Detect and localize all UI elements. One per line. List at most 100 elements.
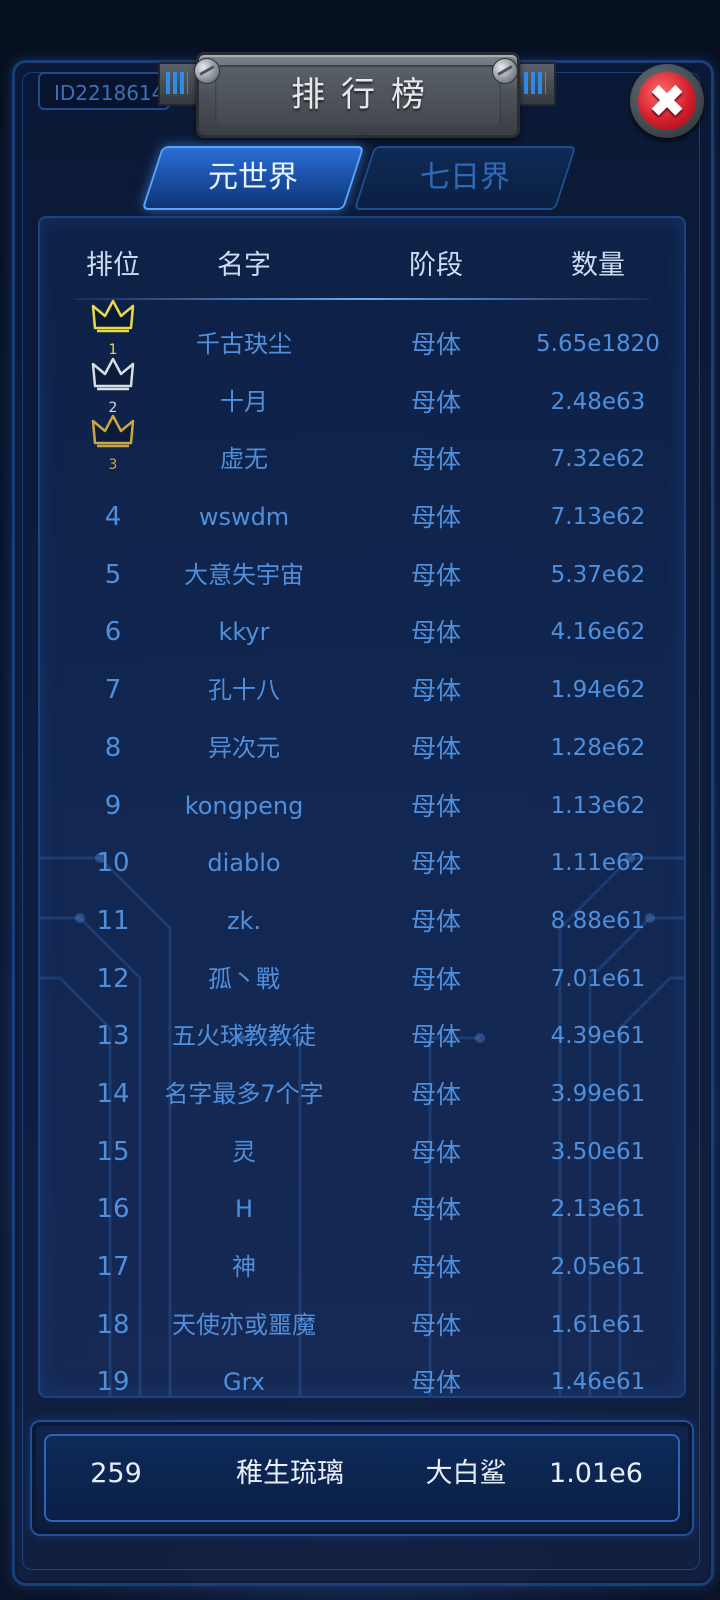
- player-name: 神: [232, 1253, 256, 1281]
- screw-left-icon: [194, 58, 220, 84]
- player-stage: 母体: [410, 1253, 461, 1282]
- player-stage: 母体: [410, 387, 461, 417]
- player-quantity: 8.88e61: [550, 907, 646, 934]
- player-stage: 母体: [410, 618, 461, 648]
- table-row[interactable]: 10 diablo 母体 1.11e62: [40, 835, 684, 893]
- header-divider: [74, 298, 650, 300]
- player-name: 名字最多7个字: [164, 1079, 324, 1108]
- self-name: 稚生琉璃: [236, 1458, 344, 1489]
- page-title: 排行榜: [291, 75, 441, 115]
- screw-right-icon: [492, 58, 518, 84]
- player-stage: 母体: [410, 1368, 461, 1398]
- player-name: zk.: [226, 906, 262, 935]
- table-row[interactable]: 19 Grx 母体 1.46e61: [40, 1354, 684, 1398]
- table-row[interactable]: 5 大意失宇宙 母体 5.37e62: [40, 547, 684, 605]
- player-name: 灵: [232, 1137, 256, 1166]
- player-stage: 母体: [410, 791, 461, 821]
- player-name: 天使亦或噩魔: [172, 1310, 316, 1339]
- table-row[interactable]: 17 神母体 2.05e61: [40, 1239, 684, 1297]
- player-quantity: 7.32e62: [550, 446, 646, 473]
- table-row[interactable]: 13 五火球教教徒 母体 4.39e61: [40, 1008, 684, 1066]
- header-stage: 阶段: [409, 250, 463, 281]
- tab-label: 七日界: [420, 160, 510, 195]
- self-stage: 大白鲨: [425, 1458, 507, 1489]
- player-stage: 母体: [410, 1310, 461, 1340]
- player-name: 虚无: [220, 445, 268, 474]
- header-quantity: 数量: [571, 250, 625, 281]
- player-quantity: 3.99e61: [550, 1080, 646, 1107]
- table-row[interactable]: 3 虚无 母体 7.32e62: [40, 415, 684, 489]
- player-name: diablo: [207, 849, 281, 878]
- player-quantity: 1.61e61: [550, 1311, 646, 1338]
- header-name: 名字: [217, 250, 271, 281]
- table-row[interactable]: 9 kongpeng 母体 1.13e62: [40, 778, 684, 836]
- player-quantity: 2.48e63: [550, 388, 646, 415]
- self-quantity: 1.01e6: [549, 1458, 643, 1489]
- player-name: 千古玦尘: [196, 330, 292, 358]
- player-name: Grx: [222, 1368, 266, 1397]
- player-stage: 母体: [410, 330, 461, 359]
- player-name: 大意失宇宙: [184, 560, 304, 589]
- player-stage: 母体: [410, 1195, 461, 1225]
- table-row[interactable]: 4 wswdm 母体 7.13e62: [40, 489, 684, 547]
- close-button[interactable]: ✖: [630, 64, 704, 138]
- player-quantity: 4.39e61: [550, 1023, 646, 1050]
- player-stage: 母体: [410, 906, 461, 936]
- player-stage: 母体: [410, 1022, 461, 1052]
- table-row[interactable]: 16 H 母体 2.13e61: [40, 1181, 684, 1239]
- player-name: 孤丶戰: [208, 964, 280, 993]
- leaderboard-screen: ID2218614 排行榜 ✖ 元世界 七日界 排位 名字 阶段 数量 1 千古…: [0, 0, 720, 1600]
- player-quantity: 1.13e62: [550, 792, 646, 819]
- player-quantity: 1.11e62: [550, 850, 646, 877]
- player-name: 异次元: [208, 733, 280, 762]
- table-row[interactable]: 14 名字最多7个字 母体 3.99e61: [40, 1066, 684, 1124]
- player-quantity: 2.13e61: [550, 1196, 646, 1223]
- player-name: wswdm: [198, 503, 290, 532]
- player-quantity: 2.05e61: [550, 1254, 646, 1280]
- tab-label: 元世界: [208, 160, 298, 195]
- player-quantity: 1.28e62: [550, 734, 646, 761]
- ranking-board: 排位 名字 阶段 数量 1 千古玦尘 母体 5.65e1820 2 十月 母体 2.48e63…: [38, 216, 686, 1398]
- player-quantity: 7.01e61: [550, 965, 646, 992]
- player-stage: 母体: [410, 1079, 461, 1109]
- player-name: kkyr: [218, 618, 270, 647]
- title-left-wing: [158, 62, 198, 106]
- tab-meta-world[interactable]: 元世界: [141, 146, 365, 210]
- player-quantity: 7.13e62: [550, 504, 646, 531]
- player-stage: 母体: [410, 733, 461, 763]
- player-quantity: 1.94e62: [550, 677, 646, 704]
- player-quantity: 5.65e1820: [536, 331, 660, 357]
- table-row[interactable]: 7 孔十八 母体 1.94e62: [40, 662, 684, 720]
- table-row[interactable]: 8 异次元 母体 1.28e62: [40, 720, 684, 778]
- ranking-list[interactable]: 1 千古玦尘 母体 5.65e1820 2 十月 母体 2.48e63 3 虚无 母体 7.32e62…: [40, 299, 684, 1398]
- table-header: 排位 名字 阶段 数量: [40, 238, 684, 294]
- table-row[interactable]: 15 灵母体 3.50e61: [40, 1124, 684, 1182]
- table-row[interactable]: 11 zk. 母体 8.88e61: [40, 893, 684, 951]
- player-stage: 母体: [410, 1137, 461, 1167]
- table-row[interactable]: 1 千古玦尘 母体 5.65e1820: [40, 299, 684, 374]
- player-name: H: [234, 1195, 254, 1224]
- player-quantity: 1.46e61: [550, 1369, 646, 1396]
- player-id-label: ID2218614: [38, 72, 170, 110]
- player-name: 孔十八: [208, 676, 280, 705]
- table-row[interactable]: 6 kkyr 母体 4.16e62: [40, 604, 684, 662]
- player-quantity: 3.50e61: [550, 1138, 646, 1165]
- player-stage: 母体: [410, 964, 461, 994]
- table-row[interactable]: 2 十月 母体 2.48e63: [40, 357, 684, 432]
- player-stage: 母体: [410, 560, 461, 590]
- title-plate: 排行榜: [196, 52, 520, 138]
- tab-seven-day-world[interactable]: 七日界: [353, 146, 577, 210]
- player-stage: 母体: [410, 503, 461, 533]
- player-name: 五火球教教徒: [172, 1022, 316, 1051]
- player-name: kongpeng: [184, 791, 304, 820]
- self-rank: 259: [90, 1458, 142, 1489]
- player-stage: 母体: [410, 849, 461, 879]
- player-quantity: 4.16e62: [550, 619, 646, 646]
- close-icon: ✖: [638, 72, 696, 130]
- player-stage: 母体: [410, 676, 461, 706]
- player-stage: 母体: [410, 445, 461, 475]
- player-quantity: 5.37e62: [550, 561, 646, 588]
- table-row[interactable]: 12 孤丶戰 母体 7.01e61: [40, 951, 684, 1009]
- table-row[interactable]: 18 天使亦或噩魔 母体 1.61e61: [40, 1297, 684, 1355]
- player-name: 十月: [220, 387, 268, 416]
